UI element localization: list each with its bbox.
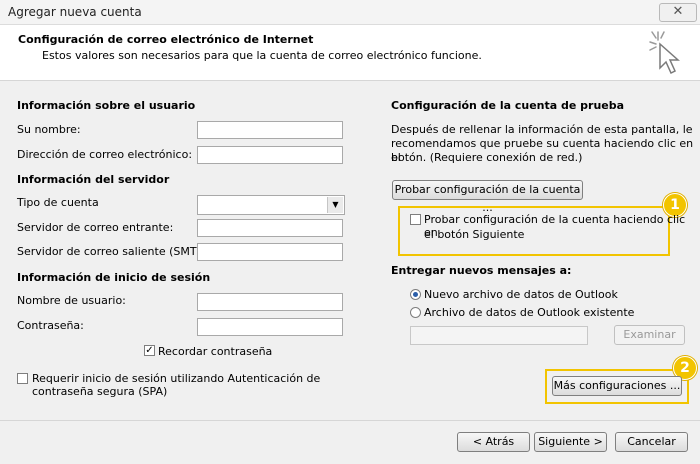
new-data-file-radio[interactable] — [410, 289, 421, 300]
window-title: Agregar nueva cuenta — [8, 5, 142, 19]
login-info-heading: Información de inicio de sesión — [17, 271, 211, 284]
chevron-down-icon[interactable]: ▼ — [327, 197, 343, 213]
test-config-desc-3: botón. (Requiere conexión de red.) — [391, 151, 583, 164]
spa-label-line1: Requerir inicio de sesión utilizando Aut… — [32, 372, 321, 385]
close-button[interactable]: ✕ — [659, 3, 697, 22]
username-input[interactable] — [197, 293, 343, 311]
close-icon: ✕ — [672, 4, 684, 19]
back-button[interactable]: < Atrás — [457, 432, 530, 452]
existing-data-file-radio[interactable] — [410, 307, 421, 318]
remember-password-label: Recordar contraseña — [158, 345, 273, 358]
name-label: Su nombre: — [17, 123, 81, 136]
account-type-select[interactable]: ▼ — [197, 195, 345, 215]
new-data-file-label: Nuevo archivo de datos de Outlook — [424, 288, 618, 301]
email-input[interactable] — [197, 146, 343, 164]
remember-password-checkbox[interactable]: ✓ — [144, 345, 155, 356]
cursor-sparkle-icon — [649, 31, 680, 75]
page-subtitle: Estos valores son necesarios para que la… — [42, 49, 482, 62]
title-bar: Agregar nueva cuenta ✕ — [0, 0, 700, 25]
account-type-label: Tipo de cuenta — [17, 196, 99, 209]
cancel-button[interactable]: Cancelar — [615, 432, 688, 452]
password-input[interactable] — [197, 318, 343, 336]
page-title: Configuración de correo electrónico de I… — [18, 33, 314, 46]
outgoing-server-label: Servidor de correo saliente (SMTP): — [17, 245, 212, 258]
test-account-button[interactable]: Probar configuración de la cuenta ... — [392, 180, 583, 214]
test-on-next-checkbox[interactable] — [410, 214, 421, 225]
test-config-heading: Configuración de la cuenta de prueba — [391, 99, 625, 112]
incoming-server-input[interactable] — [197, 219, 343, 237]
deliver-heading: Entregar nuevos mensajes a: — [391, 264, 572, 277]
data-file-path-input[interactable] — [410, 326, 588, 345]
next-button[interactable]: Siguiente > — [534, 432, 607, 452]
name-input[interactable] — [197, 121, 343, 139]
test-config-desc-1: Después de rellenar la información de es… — [391, 123, 693, 136]
existing-data-file-label: Archivo de datos de Outlook existente — [424, 306, 635, 319]
server-info-heading: Información del servidor — [17, 173, 170, 186]
email-label: Dirección de correo electrónico: — [17, 148, 193, 161]
test-on-next-label-2: el botón Siguiente — [424, 228, 525, 241]
user-info-heading: Información sobre el usuario — [17, 99, 196, 112]
spa-checkbox[interactable] — [17, 373, 28, 384]
username-label: Nombre de usuario: — [17, 294, 126, 307]
browse-button[interactable]: Examinar — [614, 325, 685, 345]
footer-divider — [0, 420, 700, 421]
outgoing-server-input[interactable] — [197, 243, 343, 261]
incoming-server-label: Servidor de correo entrante: — [17, 221, 174, 234]
more-settings-button[interactable]: Más configuraciones ... — [552, 376, 682, 396]
password-label: Contraseña: — [17, 319, 84, 332]
spa-label-line2: contraseña segura (SPA) — [32, 385, 168, 398]
wizard-header: Configuración de correo electrónico de I… — [0, 25, 700, 81]
